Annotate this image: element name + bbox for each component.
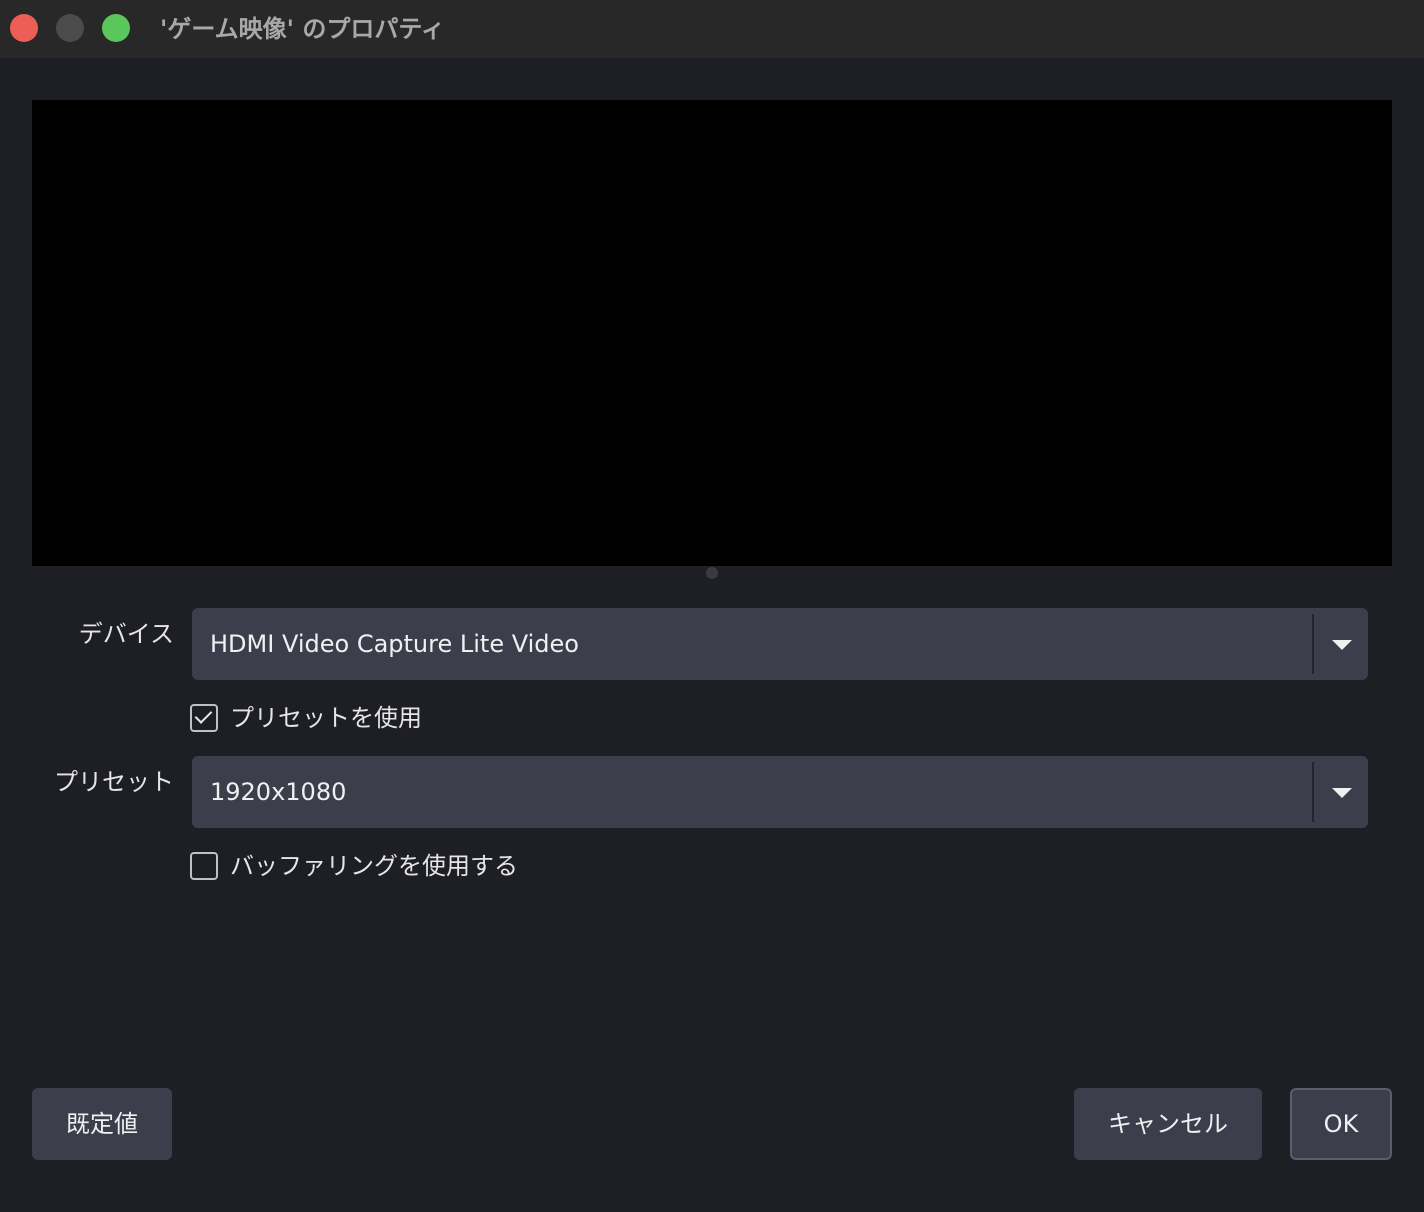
splitter-handle[interactable] <box>706 567 718 579</box>
window-title: 'ゲーム映像' のプロパティ <box>160 15 445 43</box>
chevron-down-icon[interactable] <box>1314 756 1368 828</box>
ok-button[interactable]: OK <box>1290 1088 1392 1160</box>
title-bar: 'ゲーム映像' のプロパティ <box>0 0 1424 58</box>
defaults-button[interactable]: 既定値 <box>32 1088 172 1160</box>
device-select[interactable]: HDMI Video Capture Lite Video <box>192 608 1368 680</box>
minimize-window-button[interactable] <box>56 14 84 42</box>
use-preset-checkbox[interactable] <box>190 704 218 732</box>
device-label: デバイス <box>78 620 174 648</box>
checkmark-icon <box>194 706 213 724</box>
maximize-window-button[interactable] <box>102 14 130 42</box>
video-preview <box>32 100 1392 566</box>
device-select-value: HDMI Video Capture Lite Video <box>210 630 579 658</box>
chevron-down-icon[interactable] <box>1314 608 1368 680</box>
use-preset-label: プリセットを使用 <box>230 704 422 732</box>
close-window-button[interactable] <box>10 14 38 42</box>
use-buffering-checkbox[interactable] <box>190 852 218 880</box>
preset-select-value: 1920x1080 <box>210 778 347 806</box>
preset-label: プリセット <box>54 768 174 796</box>
preset-select[interactable]: 1920x1080 <box>192 756 1368 828</box>
use-buffering-label: バッファリングを使用する <box>230 852 518 880</box>
cancel-button[interactable]: キャンセル <box>1074 1088 1262 1160</box>
